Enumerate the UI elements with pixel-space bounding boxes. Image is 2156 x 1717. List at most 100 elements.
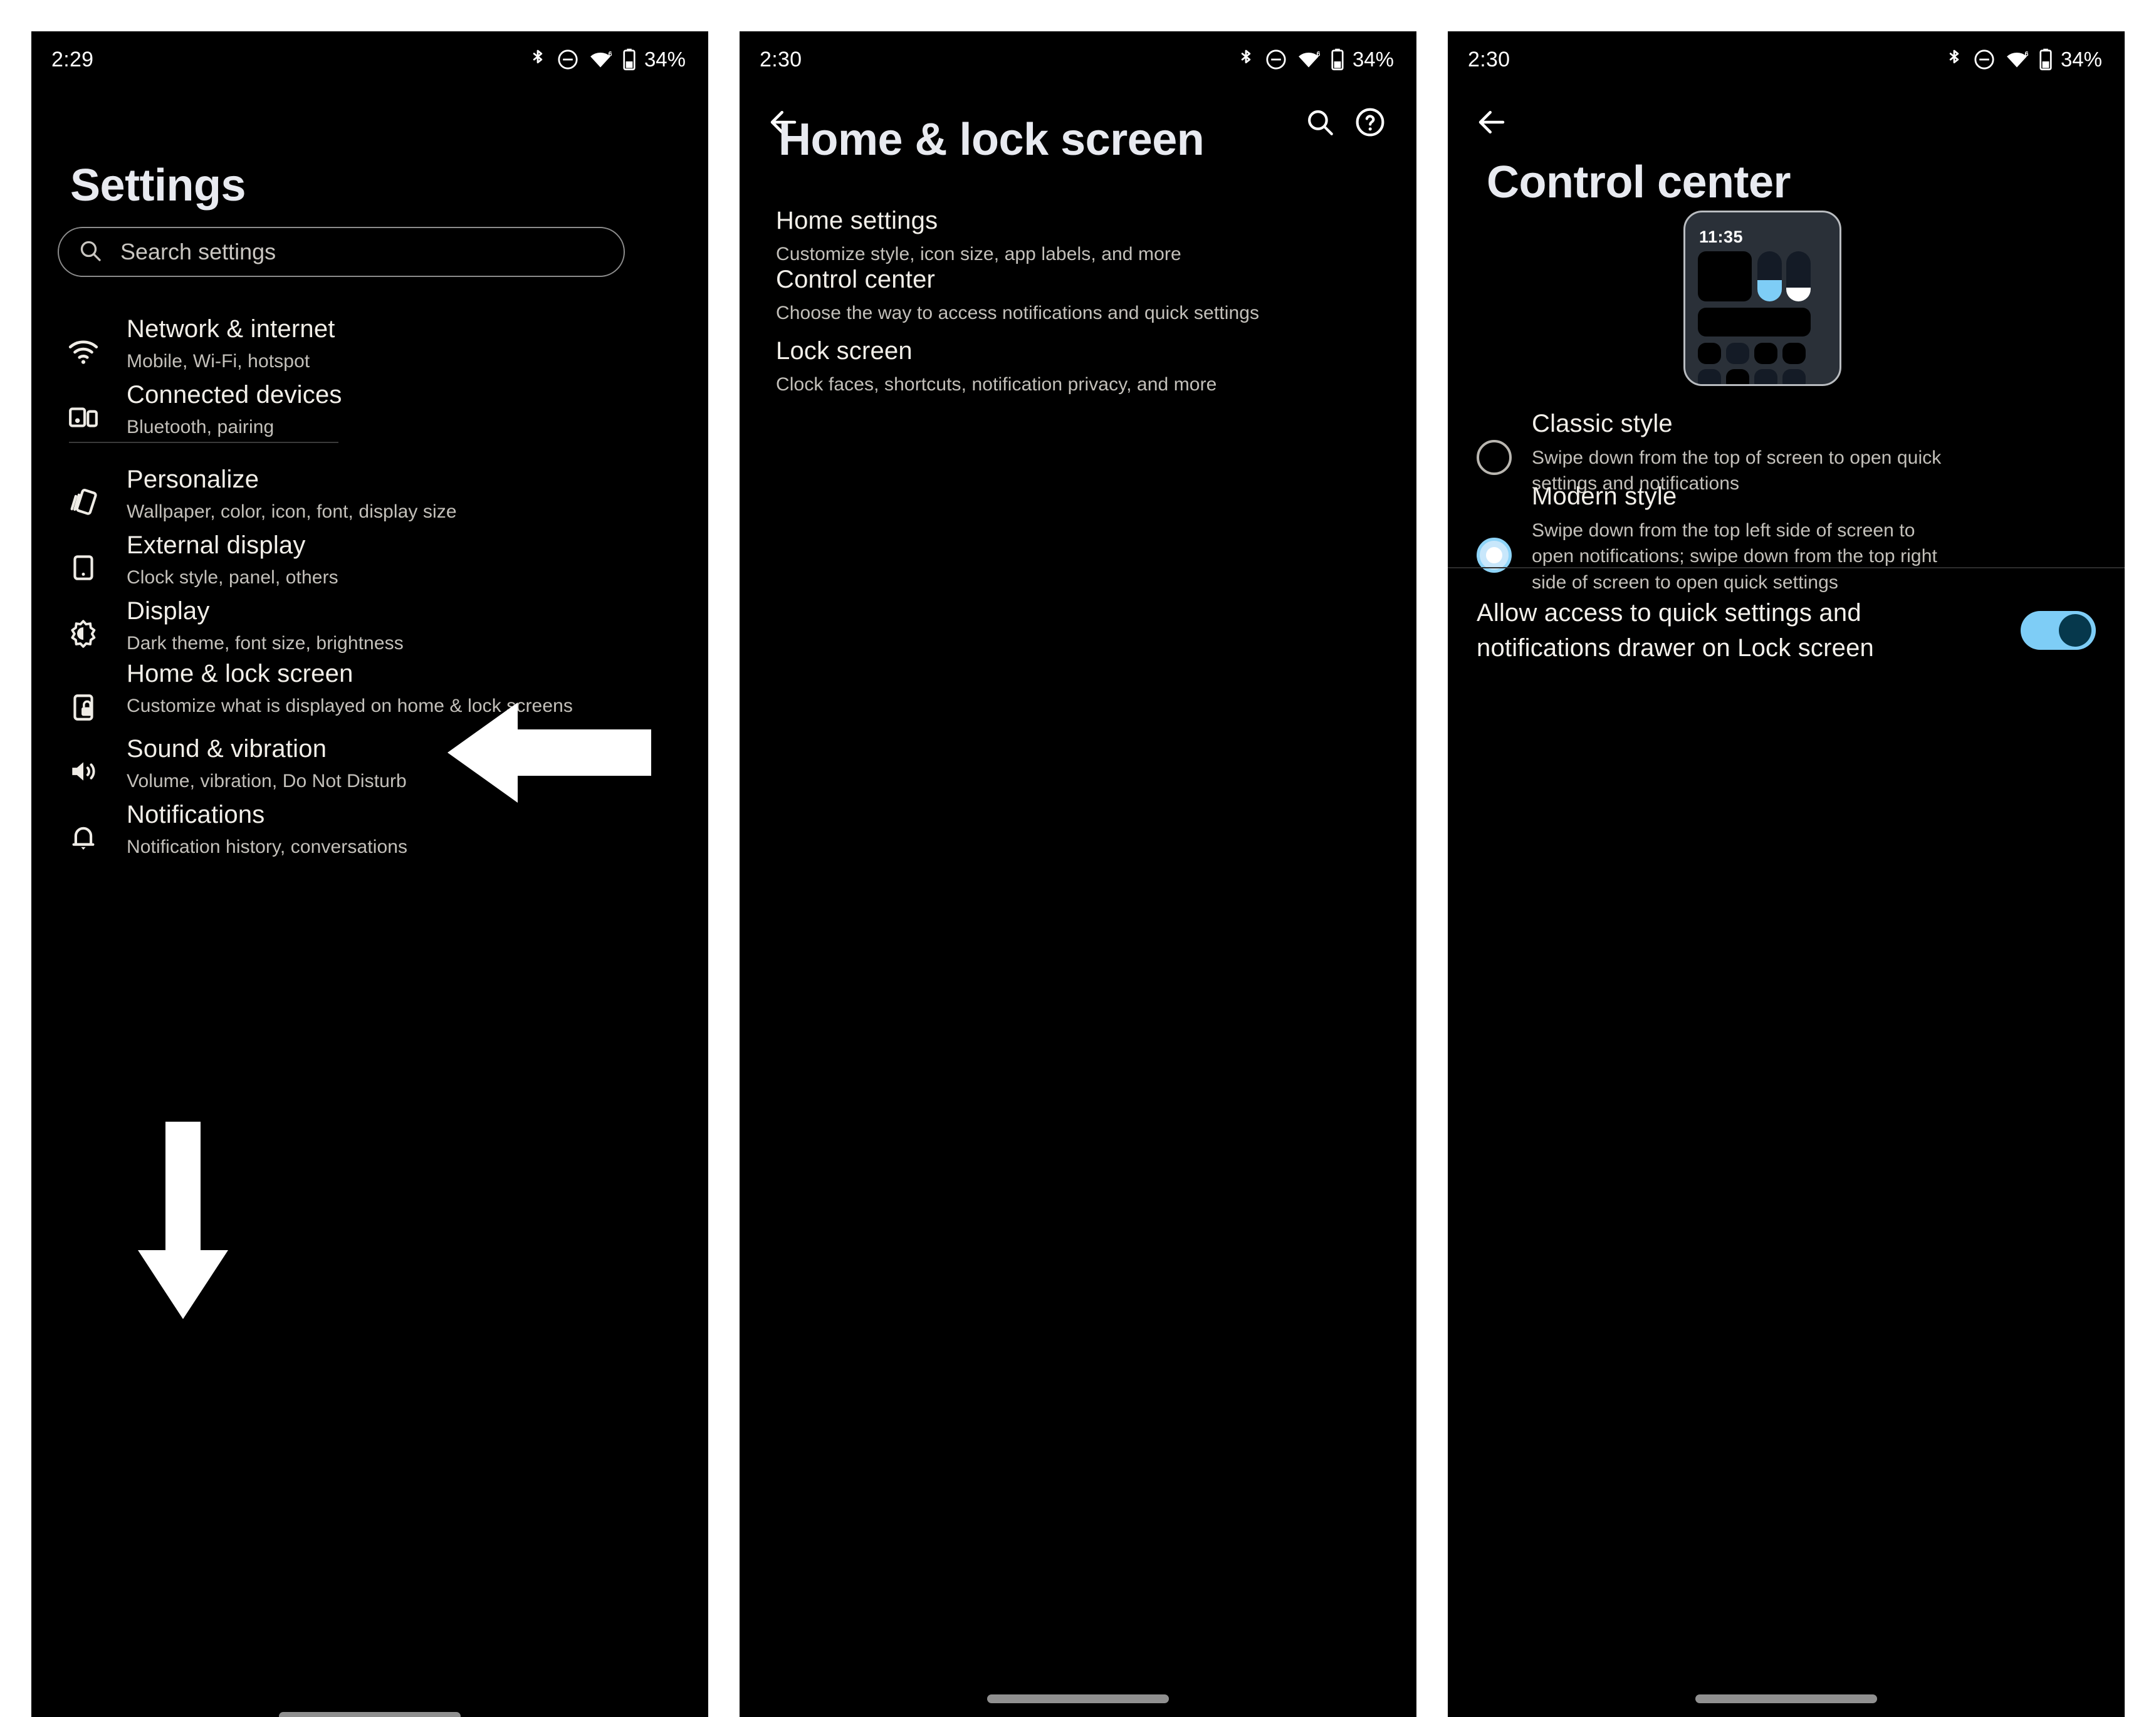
preview-tile-small	[1698, 343, 1721, 364]
bluetooth-icon	[1237, 48, 1255, 71]
search-icon[interactable]	[1295, 97, 1345, 147]
status-bar-clock: 2:30	[1468, 47, 1510, 71]
status-bar-clock: 2:30	[760, 47, 802, 71]
settings-row-title: Display	[127, 597, 210, 625]
preview-tile-small	[1782, 369, 1806, 384]
preview-slider-brightness	[1757, 251, 1782, 301]
section-divider	[1448, 567, 2125, 568]
svg-text:6: 6	[608, 50, 612, 58]
settings-row-personalize[interactable]: Personalize Wallpaper, color, icon, font…	[31, 465, 708, 524]
battery-percentage: 34%	[644, 48, 686, 71]
gesture-home-bar[interactable]	[279, 1712, 461, 1717]
do-not-disturb-icon	[1265, 49, 1287, 70]
page-title: Control center	[1487, 157, 1791, 207]
wifi-icon: 6	[2006, 50, 2028, 70]
switch-knob	[2059, 614, 2091, 647]
settings-row-title: Personalize	[127, 466, 259, 493]
devices-icon	[68, 380, 112, 440]
list-item-lock-screen[interactable]: Lock screen Clock faces, shortcuts, noti…	[776, 336, 1340, 397]
battery-icon	[2039, 48, 2053, 71]
wifi-icon: 6	[589, 50, 612, 70]
bell-icon	[68, 800, 112, 860]
settings-row-display[interactable]: Display Dark theme, font size, brightnes…	[31, 597, 708, 656]
settings-row-connected-devices[interactable]: Connected devices Bluetooth, pairing	[31, 380, 708, 440]
preview-tile-small	[1698, 369, 1721, 384]
radio-option-modern-style[interactable]: Modern style Swipe down from the top lef…	[1448, 481, 2125, 595]
settings-row-external-display[interactable]: External display Clock style, panel, oth…	[31, 531, 708, 590]
screenshot-stage: 2:29 6 34% Setti	[0, 0, 2156, 1717]
external-display-icon	[68, 531, 112, 590]
status-bar-clock: 2:29	[51, 47, 94, 71]
battery-percentage: 34%	[1352, 48, 1394, 71]
battery-icon	[622, 48, 636, 71]
settings-row-title: Network & internet	[127, 315, 335, 343]
page-title: Home & lock screen	[778, 115, 1205, 165]
settings-row-title: Sound & vibration	[127, 735, 327, 763]
list-item-home-settings[interactable]: Home settings Customize style, icon size…	[776, 206, 1340, 267]
volume-icon	[68, 734, 112, 794]
list-item-subtitle: Customize style, icon size, app labels, …	[776, 244, 1181, 264]
list-item-title: Lock screen	[776, 337, 913, 365]
left-arrow-annotation	[447, 702, 651, 803]
list-item-subtitle: Choose the way to access notifications a…	[776, 303, 1260, 323]
svg-text:6: 6	[2024, 50, 2028, 58]
down-arrow-annotation	[138, 1122, 228, 1319]
personalize-icon	[68, 465, 112, 524]
preview-tile-small	[1754, 369, 1777, 384]
section-divider	[69, 442, 338, 443]
battery-icon	[1331, 48, 1344, 71]
settings-row-title: External display	[127, 531, 306, 559]
preview-tile-small	[1726, 369, 1749, 384]
page-title: Settings	[70, 160, 246, 211]
settings-row-notifications[interactable]: Notifications Notification history, conv…	[31, 800, 708, 860]
settings-row-network-internet[interactable]: Network & internet Mobile, Wi-Fi, hotspo…	[31, 315, 708, 374]
help-circle-icon[interactable]	[1345, 97, 1395, 147]
settings-row-title: Connected devices	[127, 381, 342, 409]
preview-tile-large	[1698, 251, 1752, 301]
search-icon	[78, 238, 103, 266]
battery-percentage: 34%	[2060, 48, 2102, 71]
preview-tile-small	[1726, 343, 1749, 364]
radio-option-subtitle: Swipe down from the top left side of scr…	[1532, 520, 1937, 593]
settings-row-subtitle: Notification history, conversations	[127, 837, 408, 858]
search-input[interactable]: Search settings	[58, 227, 625, 277]
toggle-row-allow-lock-screen-access[interactable]: Allow access to quick settings and notif…	[1448, 595, 2125, 665]
status-bar: 2:30 6 34%	[740, 31, 1416, 88]
preview-tile-small	[1782, 343, 1806, 364]
app-bar	[1448, 88, 2125, 157]
preview-tile-wide	[1698, 308, 1811, 337]
list-item-title: Control center	[776, 266, 936, 293]
settings-row-subtitle: Dark theme, font size, brightness	[127, 633, 404, 654]
wifi-icon	[68, 315, 112, 374]
bluetooth-icon	[529, 48, 547, 71]
status-bar-icons: 6 34%	[1945, 48, 2102, 71]
toggle-label: Allow access to quick settings and notif…	[1477, 599, 1874, 662]
search-placeholder: Search settings	[120, 239, 276, 264]
settings-row-title: Notifications	[127, 801, 265, 828]
settings-row-title: Home & lock screen	[127, 660, 353, 687]
control-center-preview: 11:35	[1683, 211, 1841, 386]
back-arrow-icon[interactable]	[1467, 97, 1517, 147]
lock-screen-access-switch[interactable]	[2021, 611, 2096, 650]
list-item-control-center[interactable]: Control center Choose the way to access …	[776, 264, 1290, 326]
gesture-home-bar[interactable]	[987, 1694, 1169, 1703]
list-item-title: Home settings	[776, 207, 938, 234]
radio-button-classic[interactable]	[1477, 440, 1512, 475]
radio-option-title: Classic style	[1532, 410, 1673, 437]
status-bar-icons: 6 34%	[1237, 48, 1394, 71]
settings-row-subtitle: Mobile, Wi-Fi, hotspot	[127, 351, 310, 372]
preview-clock: 11:35	[1699, 227, 1744, 246]
phone-screen-control-center: 2:30 6 34% C	[1448, 31, 2125, 1717]
radio-option-title: Modern style	[1532, 483, 1677, 510]
lock-screen-icon	[68, 659, 112, 723]
gesture-home-bar[interactable]	[1695, 1694, 1877, 1703]
settings-row-subtitle: Volume, vibration, Do Not Disturb	[127, 771, 407, 792]
settings-row-subtitle: Clock style, panel, others	[127, 567, 338, 588]
preview-tile-small	[1754, 343, 1777, 364]
phone-screen-home-lock: 2:30 6 34%	[740, 31, 1416, 1717]
settings-row-subtitle: Wallpaper, color, icon, font, display si…	[127, 501, 457, 523]
settings-row-subtitle: Bluetooth, pairing	[127, 417, 275, 438]
svg-text:6: 6	[1316, 50, 1320, 58]
do-not-disturb-icon	[1974, 49, 1995, 70]
do-not-disturb-icon	[557, 49, 578, 70]
